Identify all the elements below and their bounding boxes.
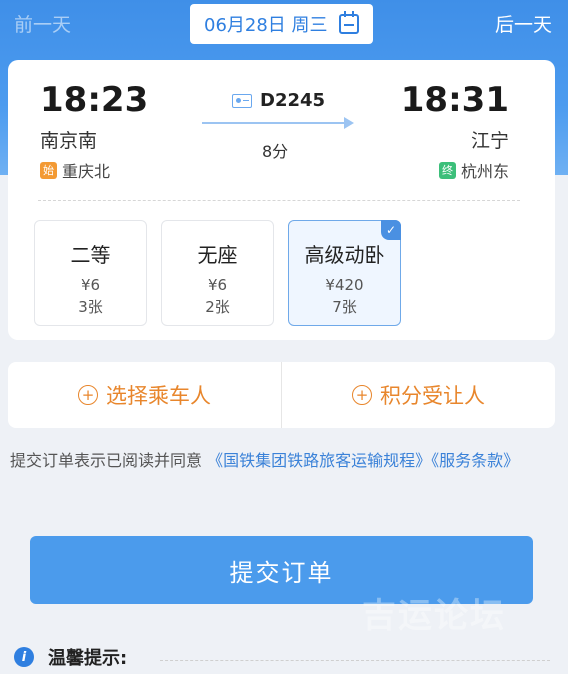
passenger-panel: + 选择乘车人 + 积分受让人 <box>8 362 555 428</box>
seat-name: 高级动卧 <box>304 243 385 267</box>
terminus-station: 终 杭州东 <box>438 158 509 182</box>
select-passenger-button[interactable]: + 选择乘车人 <box>8 362 281 428</box>
plus-circle-icon: + <box>352 385 372 405</box>
calendar-icon <box>339 11 359 34</box>
departure-station: 南京南 <box>40 130 98 152</box>
terminus-station-name: 杭州东 <box>460 162 509 181</box>
rules-link[interactable]: 《国铁集团铁路旅客运输规程》 <box>207 451 431 470</box>
seat-price: ¥6 <box>207 276 228 294</box>
arrival-time: 18:31 <box>400 80 509 120</box>
seat-price: ¥6 <box>80 276 101 294</box>
select-passenger-label: 选择乘车人 <box>106 384 211 408</box>
seat-name: 二等 <box>70 243 111 267</box>
prev-day-button[interactable]: 前一天 <box>14 10 71 37</box>
points-transferee-button[interactable]: + 积分受让人 <box>281 362 555 428</box>
seat-count: 2张 <box>205 298 230 316</box>
tips-divider <box>160 660 550 661</box>
seat-name: 无座 <box>197 243 238 267</box>
date-text: 06月28日 周三 <box>204 15 328 36</box>
tips-heading: i 温馨提示: <box>14 644 127 670</box>
seat-count: 3张 <box>78 298 103 316</box>
points-transferee-label: 积分受让人 <box>380 384 485 408</box>
origin-station-name: 重庆北 <box>62 162 111 181</box>
agreement-text: 提交订单表示已阅读并同意 《国铁集团铁路旅客运输规程》《服务条款》 <box>10 445 558 477</box>
seat-option-deluxe-sleeper[interactable]: ✓ 高级动卧 ¥420 7张 <box>288 220 401 326</box>
origin-station: 始 重庆北 <box>40 158 110 182</box>
train-number[interactable]: D2245 <box>232 90 325 111</box>
departure-time: 18:23 <box>40 80 149 120</box>
divider <box>38 200 520 201</box>
plus-circle-icon: + <box>78 385 98 405</box>
date-selector[interactable]: 06月28日 周三 <box>190 4 373 44</box>
info-icon: i <box>14 647 34 667</box>
route-arrow-icon <box>202 117 354 129</box>
terminus-tag-icon: 终 <box>438 161 456 179</box>
tips-title: 温馨提示: <box>48 648 128 669</box>
terms-link[interactable]: 《服务条款》 <box>431 451 519 470</box>
train-card: 18:23 南京南 始 重庆北 D2245 8分 18:31 江宁 终 杭州东 … <box>8 60 555 340</box>
watermark: 吉运论坛 <box>362 596 506 636</box>
seat-count: 7张 <box>332 298 357 316</box>
trip-duration: 8分 <box>262 142 289 161</box>
next-day-button[interactable]: 后一天 <box>495 10 552 37</box>
arrival-station: 江宁 <box>470 130 509 152</box>
id-card-icon <box>232 93 252 108</box>
seat-option-no-seat[interactable]: 无座 ¥6 2张 <box>161 220 274 326</box>
selected-check-icon: ✓ <box>381 220 401 240</box>
origin-tag-icon: 始 <box>40 161 57 179</box>
agreement-prefix: 提交订单表示已阅读并同意 <box>10 451 203 470</box>
train-number-text: D2245 <box>260 90 326 111</box>
seat-option-second-class[interactable]: 二等 ¥6 3张 <box>34 220 147 326</box>
seat-price: ¥420 <box>325 276 364 294</box>
